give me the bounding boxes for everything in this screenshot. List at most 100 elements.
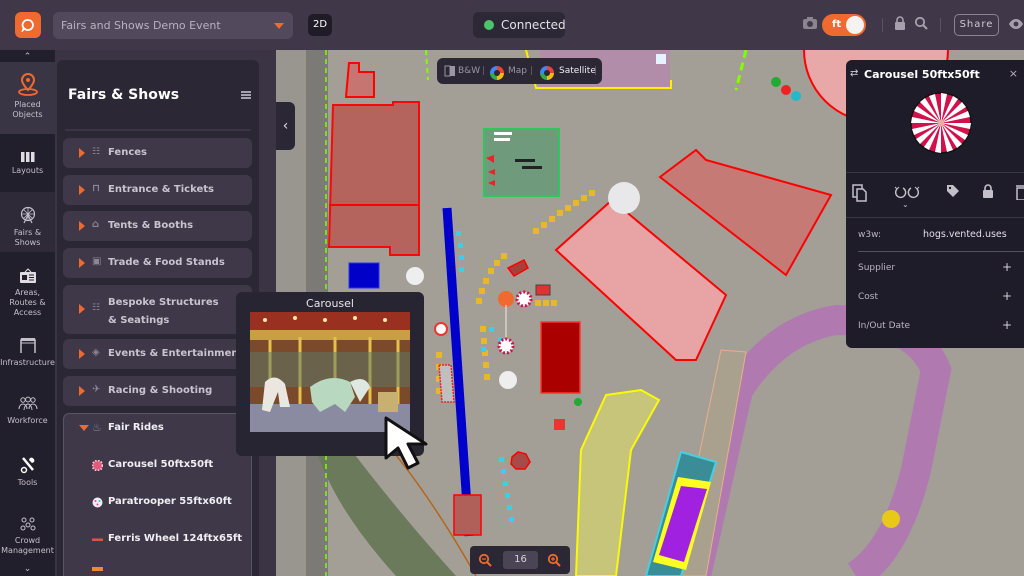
collapse-panel-button[interactable]: ‹ (276, 102, 295, 150)
category-tents-booths[interactable]: ⌂ Tents & Booths (63, 211, 252, 241)
in-out-date-label: In/Out Date (858, 321, 911, 331)
fence-icon: ☷ (92, 147, 101, 157)
view-mode-button[interactable]: 2D (308, 14, 332, 36)
category-trade-food-stands[interactable]: ▣ Trade & Food Stands (63, 248, 252, 278)
nav-item-label: Layouts (11, 166, 44, 175)
racing-icon: ✈ (92, 384, 101, 395)
google-icon (540, 66, 554, 80)
category-label: Bespoke Structures & Seatings (108, 297, 219, 326)
ferris-wheel-icon (20, 206, 35, 224)
divider (846, 172, 1024, 173)
nav-item-layouts[interactable]: Layouts (0, 134, 55, 192)
w3w-label: w3w: (858, 230, 881, 240)
ride-label: Paratrooper 55ftx60ft (108, 496, 232, 507)
category-label: Racing & Shooting (108, 385, 213, 396)
w3w-value: hogs.vented.uses (923, 229, 1007, 240)
divider (858, 251, 1024, 252)
entertainment-icon: ◈ (92, 347, 100, 358)
crowd-icon (20, 517, 35, 531)
add-cost-button[interactable]: + (1002, 289, 1012, 303)
chevron-right-icon (79, 185, 85, 195)
toggle-knob (846, 16, 864, 34)
map-board-icon (19, 268, 36, 283)
lock-icon[interactable] (982, 184, 994, 198)
nav-item-infrastructure[interactable]: Infrastructure (0, 334, 55, 384)
unit-toggle-label: ft (832, 19, 842, 30)
chevron-right-icon (79, 304, 85, 314)
panel-title: Fairs & Shows (68, 87, 180, 103)
rotate-icon[interactable] (892, 184, 922, 200)
entrance-icon: ⊓ (92, 183, 100, 194)
nav-item-tools[interactable]: Tools (0, 454, 55, 504)
lock-icon[interactable] (894, 16, 906, 30)
unit-toggle[interactable]: ft (822, 14, 866, 36)
paratrooper-icon (92, 497, 103, 508)
chevron-down-icon[interactable] (79, 425, 89, 431)
category-racing-shooting[interactable]: ✈ Racing & Shooting (63, 376, 252, 406)
fair-rides-icon: ♨ (92, 421, 102, 434)
event-select-value: Fairs and Shows Demo Event (61, 19, 221, 32)
zoom-control: 16 (470, 546, 570, 574)
ride-item-partial (92, 567, 103, 571)
delete-icon[interactable] (1016, 184, 1024, 200)
map-pin-icon (17, 72, 38, 96)
category-events-entertainment[interactable]: ◈ Events & Entertainment (63, 339, 252, 369)
gazebo-icon (19, 338, 36, 353)
close-icon[interactable]: × (1009, 67, 1018, 80)
add-supplier-button[interactable]: + (1002, 260, 1012, 274)
left-nav: ⌃ Placed Objects Layouts Fairs & Shows A… (0, 50, 55, 576)
status-dot-icon (484, 20, 494, 30)
popup-title: Carousel (306, 297, 354, 310)
eye-icon[interactable] (1008, 18, 1024, 30)
layer-satellite-button[interactable]: Satellite (559, 66, 596, 76)
share-button[interactable]: Share (954, 14, 999, 36)
zoom-out-icon[interactable] (478, 553, 492, 567)
chevron-down-icon (274, 23, 284, 29)
swap-icon[interactable]: ⇄ (850, 68, 858, 79)
layer-map-button[interactable]: Map (508, 66, 527, 76)
category-fences[interactable]: ☷ Fences (63, 138, 252, 168)
nav-item-label: Areas, Routes & Access (9, 288, 46, 317)
add-in-out-date-button[interactable]: + (1002, 318, 1012, 332)
supplier-label: Supplier (858, 263, 896, 273)
layouts-icon (20, 152, 34, 162)
category-label: Events & Entertainment (108, 348, 244, 359)
layer-bw-button[interactable]: B&W (458, 66, 480, 76)
search-icon[interactable] (914, 16, 928, 30)
app-logo[interactable] (15, 12, 41, 38)
zoom-level: 16 (503, 551, 538, 569)
zoom-in-icon[interactable] (547, 553, 561, 567)
google-icon (490, 66, 504, 80)
chevron-right-icon (79, 258, 85, 268)
chat-bubble-icon (21, 19, 34, 32)
chevron-right-icon (79, 148, 85, 158)
category-label: Tents & Booths (108, 220, 194, 231)
category-bespoke-structures[interactable]: ☷ Bespoke Structures & Seatings (63, 285, 252, 334)
mouse-cursor-icon (384, 416, 428, 470)
nav-item-fairs-shows[interactable]: Fairs & Shows (0, 192, 55, 252)
rotate-options-chevron-icon[interactable]: ⌄ (902, 200, 909, 209)
chevron-right-icon (79, 386, 85, 396)
nav-scroll-down-icon[interactable]: ⌄ (0, 564, 55, 574)
chevron-right-icon (79, 221, 85, 231)
ride-label: Ferris Wheel 124ftx65ft (108, 533, 243, 544)
people-icon (18, 396, 37, 411)
chevron-right-icon (79, 349, 85, 359)
camera-icon[interactable] (802, 16, 818, 30)
divider (846, 217, 1024, 218)
nav-scroll-up-icon[interactable]: ⌃ (0, 52, 55, 62)
map-layer-switch: B&W | Map | Satellite | (437, 58, 602, 84)
category-entrance-tickets[interactable]: ⊓ Entrance & Tickets (63, 175, 252, 205)
connection-status-label: Connected (501, 18, 566, 32)
category-label[interactable]: Fair Rides (108, 422, 164, 433)
list-view-icon[interactable] (241, 91, 251, 99)
nav-item-crowd-management[interactable]: Crowd Management (0, 514, 55, 564)
category-fair-rides: ♨ Fair Rides Carousel 50ftx50ft Paratroo… (63, 413, 252, 576)
duplicate-icon[interactable] (852, 184, 868, 202)
seating-icon: ☷ (92, 303, 101, 313)
tag-icon[interactable] (946, 184, 960, 198)
nav-item-areas-routes[interactable]: Areas, Routes & Access (0, 262, 55, 322)
nav-item-placed-objects[interactable]: Placed Objects (0, 62, 55, 134)
event-select[interactable]: Fairs and Shows Demo Event (53, 12, 293, 39)
nav-item-workforce[interactable]: Workforce (0, 394, 55, 444)
